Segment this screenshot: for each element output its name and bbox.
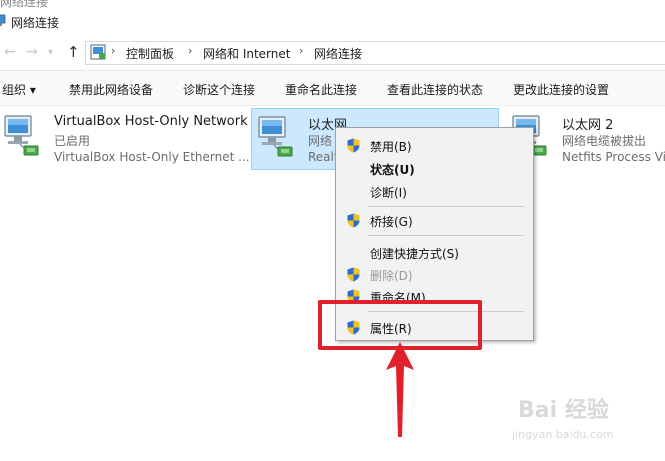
watermark-url: jingyan.baidu.com — [512, 428, 614, 441]
chevron-right-icon: › — [299, 44, 304, 57]
menu-item-label: 桥接(G) — [370, 215, 413, 229]
annotation-arrow-icon — [386, 342, 414, 437]
connection-device: Netfits Process Vi — [562, 150, 665, 164]
menu-item-label: 删除(D) — [370, 269, 413, 283]
chevron-down-icon[interactable]: ▾ — [48, 47, 53, 58]
uac-shield-icon — [347, 213, 360, 228]
disable-device-button[interactable]: 禁用此网络设备 — [69, 81, 153, 98]
watermark-brand: Bai 经验 — [518, 398, 609, 423]
control-panel-icon — [90, 44, 106, 63]
breadcrumb-control-panel[interactable]: 控制面板 — [126, 45, 174, 62]
menu-item-create-shortcut[interactable]: 创建快捷方式(S) — [336, 241, 533, 263]
connection-status: 网络电缆被拔出 — [562, 134, 647, 148]
menu-item-label: 诊断(I) — [370, 186, 407, 200]
menu-item-disable[interactable]: 禁用(B) — [336, 134, 533, 156]
connection-device: VirtualBox Host-Only Ethernet ... — [54, 150, 250, 164]
organize-button[interactable]: 组织 ▾ — [2, 81, 36, 98]
up-arrow-icon[interactable]: ↑ — [67, 43, 80, 61]
menu-item-bridge[interactable]: 桥接(G) — [336, 209, 533, 231]
connection-status: 网络 — [308, 134, 333, 148]
view-status-button[interactable]: 查看此连接的状态 — [387, 81, 483, 98]
menu-item-label: 状态(U) — [370, 163, 415, 177]
network-adapter-icon — [256, 115, 296, 159]
diagnose-button[interactable]: 诊断这个连接 — [183, 81, 255, 98]
network-folder-icon — [0, 14, 6, 28]
address-bar-row: ← → ▾ ↑ › 控制面板 › 网络和 Internet › 网络连接 — [0, 36, 665, 71]
menu-item-diagnose[interactable]: 诊断(I) — [336, 180, 533, 202]
chevron-right-icon: › — [111, 44, 116, 57]
window-title: 网络连接 — [11, 16, 60, 30]
uac-shield-icon — [347, 138, 360, 153]
connection-device: Realt — [308, 150, 339, 164]
title-bar: 网络连接 网络连接 — [0, 0, 665, 36]
menu-item-label: 禁用(B) — [370, 140, 412, 154]
forward-arrow-icon[interactable]: → — [26, 44, 38, 60]
clipped-title-text: 网络连接 — [0, 0, 49, 9]
command-toolbar: 组织 ▾ 禁用此网络设备 诊断这个连接 重命名此连接 查看此连接的状态 更改此连… — [0, 71, 665, 106]
change-settings-button[interactable]: 更改此连接的设置 — [513, 81, 609, 98]
rename-button[interactable]: 重命名此连接 — [285, 81, 357, 98]
address-box[interactable]: › 控制面板 › 网络和 Internet › 网络连接 — [85, 41, 665, 65]
menu-item-delete: 删除(D) — [336, 263, 533, 285]
connection-item-virtualbox[interactable]: VirtualBox Host-Only Network 已启用 Virtual… — [0, 108, 250, 170]
chevron-right-icon: › — [188, 44, 193, 57]
connection-name: 以太网 2 — [562, 118, 614, 133]
menu-separator — [368, 206, 524, 207]
menu-item-label: 创建快捷方式(S) — [370, 247, 459, 261]
connection-status: 已启用 — [54, 134, 91, 148]
back-arrow-icon[interactable]: ← — [4, 44, 16, 60]
menu-item-status[interactable]: 状态(U) — [336, 157, 533, 179]
menu-separator — [368, 235, 524, 236]
connection-name: VirtualBox Host-Only Network — [54, 114, 248, 129]
network-adapter-icon — [2, 114, 42, 158]
breadcrumb-network-connections[interactable]: 网络连接 — [314, 45, 362, 62]
uac-shield-icon — [347, 267, 360, 282]
breadcrumb-network-internet[interactable]: 网络和 Internet — [203, 45, 290, 62]
